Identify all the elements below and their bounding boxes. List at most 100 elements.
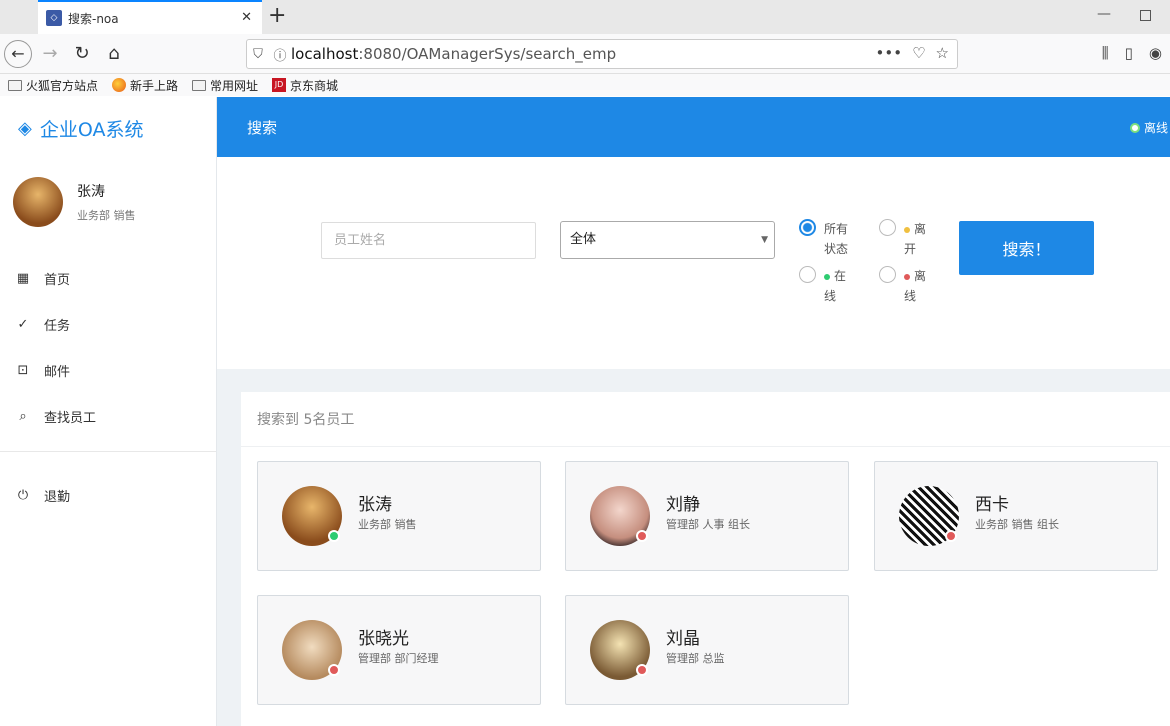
window-maximize-icon[interactable] [1140,10,1151,21]
away-dot-icon [904,226,910,233]
tab-title: 搜索-noa [68,11,119,26]
user-dept: 业务部 销售 [77,209,136,222]
employee-dept: 业务部 销售 [358,518,417,531]
url-path: :8080/OAManagerSys/search_emp [358,45,617,63]
firefox-icon [112,78,127,92]
sidebar: ◈ 企业OA系统 张涛 业务部 销售 ▦ 首页 ✓ 任务 ⊡ 邮件 ⌕ 查找员工… [0,97,217,726]
power-icon: ⏻ [17,487,29,503]
forward-arrow-icon[interactable]: → [36,40,64,68]
bookmark-label: 火狐官方站点 [26,78,99,93]
brand-name: 企业OA系统 [39,119,144,141]
inbox-icon: ⊡ [17,362,29,378]
bookmark-item[interactable]: 火狐官方站点 [8,77,98,94]
offline-status-icon [328,664,340,676]
employee-dept: 业务部 销售 组长 [975,518,1059,531]
sidebar-toggle-icon[interactable]: ▯ [1125,44,1133,62]
employee-card[interactable]: 张涛 业务部 销售 [257,461,541,571]
employee-name: 刘晶 [666,629,700,649]
logout-section: ⏻ 退勤 [0,472,216,518]
divider [0,451,216,452]
bookmark-item[interactable]: 新手上路 [112,77,178,94]
radio-icon[interactable] [879,266,896,283]
employee-card[interactable]: 张晓光 管理部 部门经理 [257,595,541,705]
radio-online[interactable]: 在线 [799,266,854,306]
online-dot-icon [824,273,830,280]
sidebar-item-label: 退勤 [44,489,71,505]
employee-card[interactable]: 刘静 管理部 人事 组长 [565,461,849,571]
offline-status-icon [636,530,648,542]
avatar[interactable] [13,177,63,227]
sidebar-item-find-employee[interactable]: ⌕ 查找员工 [0,393,216,439]
bookmark-label: 京东商城 [290,78,339,93]
employee-dept: 管理部 部门经理 [358,652,439,665]
url-bar[interactable]: ⛉ ⓘ localhost :8080/OAManagerSys/search_… [246,39,958,69]
radio-away[interactable]: 离开 [879,219,934,259]
sidebar-item-label: 首页 [44,272,71,288]
check-icon: ✓ [17,316,29,332]
bookmark-label: 新手上路 [130,78,179,93]
library-icon[interactable]: ⫼ [1102,44,1109,62]
online-status-icon [328,530,340,542]
account-icon[interactable]: ◉ [1149,44,1162,62]
search-icon: ⌕ [19,408,27,424]
pocket-icon[interactable]: ♡ [912,44,925,62]
sidebar-item-tasks[interactable]: ✓ 任务 [0,301,216,347]
sidebar-item-label: 邮件 [44,364,71,380]
logo-icon: ◈ [18,118,32,139]
radio-checked-icon[interactable] [799,219,816,236]
window-minimize-icon[interactable]: — [1097,6,1111,22]
department-select-value: 全体 [570,232,597,247]
bookmark-item[interactable]: JD 京东商城 [272,77,338,94]
offline-dot-icon [904,273,910,280]
radio-icon[interactable] [799,266,816,283]
dashboard-icon: ▦ [16,270,30,286]
current-user: 张涛 业务部 销售 [13,177,136,227]
employee-name: 张涛 [358,495,392,515]
back-arrow-icon[interactable]: ← [4,40,32,68]
bookmarks-bar: 火狐官方站点 新手上路 常用网址 JD 京东商城 [0,74,1170,96]
more-actions-icon[interactable]: ••• [876,44,903,62]
status-radio-group: 所有状态 离开 在线 离线 [799,219,949,319]
sidebar-item-home[interactable]: ▦ 首页 [0,255,216,301]
folder-icon [192,79,207,91]
status-label: 离线 [1143,121,1168,135]
sidebar-item-logout[interactable]: ⏻ 退勤 [0,472,216,518]
shield-icon[interactable]: ⛉ [247,47,269,62]
employee-card[interactable]: 刘晶 管理部 总监 [565,595,849,705]
page-title: 搜索 [247,119,278,137]
bookmark-star-icon[interactable]: ☆ [936,44,949,62]
radio-icon[interactable] [879,219,896,236]
bookmark-label: 常用网址 [210,78,259,93]
employee-dept: 管理部 总监 [666,652,725,665]
folder-icon [8,79,22,91]
department-select[interactable]: 全体 ▼ [560,221,775,259]
employee-dept: 管理部 人事 组长 [666,518,750,531]
radio-offline[interactable]: 离线 [879,266,934,306]
results-panel: 搜索到 5名员工 张涛 业务部 销售 刘静 管理部 人事 组长 西卡 业务部 销… [241,392,1170,726]
divider [241,446,1170,447]
radio-all-status[interactable]: 所有状态 [799,219,854,259]
sidebar-item-label: 任务 [44,318,71,334]
employee-name: 刘静 [666,495,700,515]
employee-card[interactable]: 西卡 业务部 销售 组长 [874,461,1158,571]
brand[interactable]: ◈ 企业OA系统 [18,115,143,142]
top-bar: 搜索 离线 [217,97,1170,157]
search-button[interactable]: 搜索！ [959,221,1094,275]
sidebar-item-mail[interactable]: ⊡ 邮件 [0,347,216,393]
tab-close-icon[interactable]: ✕ [241,10,252,25]
employee-name-input[interactable] [321,222,536,259]
offline-status-icon [945,530,957,542]
info-icon[interactable]: ⓘ [269,45,291,64]
bookmark-item[interactable]: 常用网址 [192,77,258,94]
status-dot-icon [1129,122,1140,133]
tab-favicon-icon: ◇ [46,10,62,26]
home-icon[interactable]: ⌂ [100,40,128,68]
employee-name: 西卡 [975,495,1009,515]
reload-icon[interactable]: ↻ [68,40,96,68]
new-tab-icon[interactable]: + [268,4,286,28]
sidebar-menu: ▦ 首页 ✓ 任务 ⊡ 邮件 ⌕ 查找员工 [0,255,216,439]
browser-tab[interactable]: ◇ 搜索-noa ✕ [38,0,262,34]
chevron-down-icon: ▼ [761,235,768,245]
status-indicator[interactable]: 离线 [1129,119,1168,136]
employee-name: 张晓光 [358,629,409,649]
